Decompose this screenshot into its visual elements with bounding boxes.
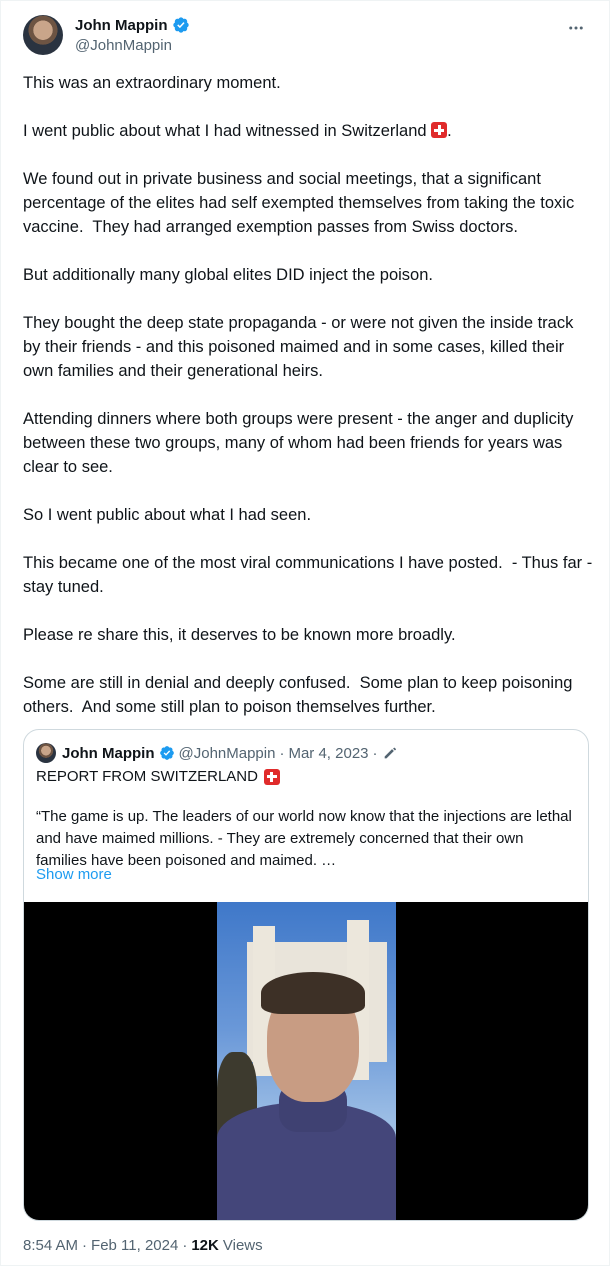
- quoted-title-text: REPORT FROM SWITZERLAND: [36, 768, 258, 785]
- paragraph: We found out in private business and soc…: [23, 170, 579, 236]
- tweet-date[interactable]: Feb 11, 2024: [91, 1237, 178, 1254]
- swiss-flag-icon: [263, 768, 280, 785]
- quoted-text: “The game is up. The leaders of our worl…: [36, 808, 572, 869]
- person-hair: [261, 972, 365, 1014]
- video-frame: [217, 902, 396, 1220]
- separator: ·: [372, 744, 378, 762]
- quoted-tweet[interactable]: John Mappin @JohnMappin · Mar 4, 2023 · …: [23, 729, 589, 1221]
- paragraph: So I went public about what I had seen.: [23, 506, 312, 524]
- paragraph: But additionally many global elites DID …: [23, 266, 433, 284]
- separator: ·: [82, 1237, 88, 1254]
- quoted-author-name: John Mappin: [62, 744, 155, 762]
- swiss-flag-icon: [431, 122, 448, 138]
- tweet: John Mappin @JohnMappin This was an extr…: [0, 0, 610, 1266]
- quoted-handle: @JohnMappin: [178, 744, 276, 762]
- paragraph: This was an extraordinary moment.: [23, 74, 281, 92]
- more-dots-icon[interactable]: [565, 17, 587, 39]
- edit-pencil-icon: [384, 747, 396, 759]
- views-count: 12K: [191, 1237, 219, 1254]
- name-row: John Mappin: [75, 16, 190, 34]
- paragraph: I went public about what I had witnessed…: [23, 119, 593, 143]
- quoted-avatar: [36, 743, 56, 763]
- author-name[interactable]: John Mappin: [75, 17, 168, 34]
- tweet-header: John Mappin @JohnMappin: [23, 15, 587, 57]
- paragraph-text: I went public about what I had witnessed…: [23, 122, 427, 140]
- paragraph: This became one of the most viral commun…: [23, 554, 602, 596]
- verified-badge-icon: [159, 746, 174, 760]
- tweet-meta: 8:54 AM · Feb 11, 2024 · 12K Views: [23, 1237, 263, 1254]
- author-handle[interactable]: @JohnMappin: [75, 37, 172, 54]
- show-more-link[interactable]: Show more: [36, 866, 112, 883]
- avatar[interactable]: [23, 15, 63, 55]
- paragraph: They bought the deep state propaganda - …: [23, 314, 578, 380]
- tweet-time[interactable]: 8:54 AM: [23, 1237, 78, 1254]
- separator: ·: [279, 744, 285, 762]
- separator: ·: [182, 1237, 188, 1254]
- quoted-date: Mar 4, 2023: [288, 744, 369, 762]
- quoted-title: REPORT FROM SWITZERLAND: [36, 768, 280, 785]
- views-label: Views: [222, 1237, 263, 1254]
- tweet-text: This was an extraordinary moment. I went…: [23, 71, 593, 743]
- paragraph: Some are still in denial and deeply conf…: [23, 674, 578, 716]
- period: .: [447, 122, 452, 140]
- quoted-header: John Mappin @JohnMappin · Mar 4, 2023 ·: [36, 742, 398, 764]
- paragraph: Please re share this, it deserves to be …: [23, 626, 456, 644]
- paragraph: Attending dinners where both groups were…: [23, 410, 578, 476]
- verified-badge-icon: [172, 17, 189, 33]
- video-player[interactable]: [24, 902, 588, 1220]
